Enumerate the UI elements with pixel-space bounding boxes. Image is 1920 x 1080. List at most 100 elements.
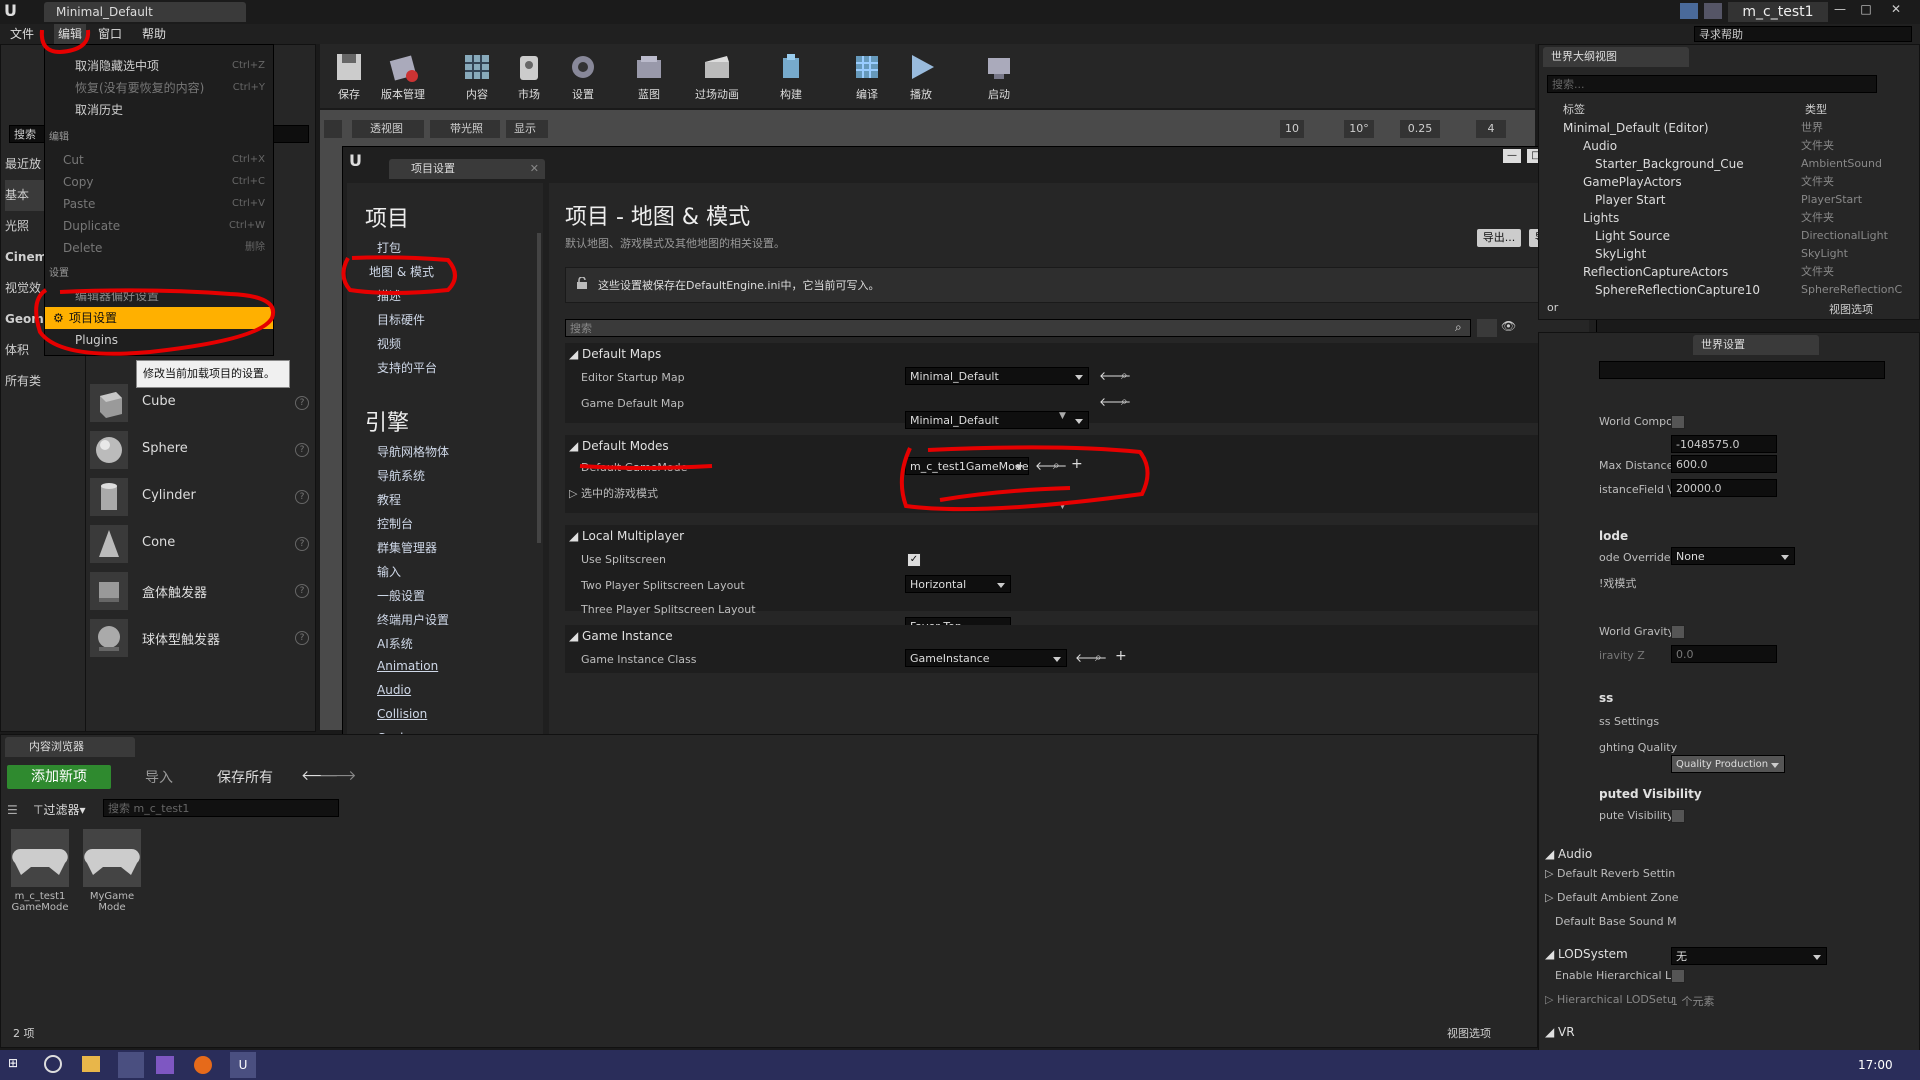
filters-button[interactable]: ⊤过滤器▾ [33,801,86,818]
viewport-menu-button[interactable] [324,120,342,138]
content-button[interactable]: 内容 [450,48,504,104]
settings-button[interactable]: 设置 [556,48,610,104]
nav-item[interactable]: 导航网格物体 [377,443,449,460]
use-splitscreen-checkbox[interactable]: ✓ [907,553,921,567]
maximize-button[interactable]: □ [1856,2,1876,20]
grid-view-icon[interactable] [1477,319,1497,337]
column-label[interactable]: 标签 [1563,101,1585,117]
nav-item[interactable]: 地图 & 模式 [369,263,434,280]
two-player-layout-dropdown[interactable]: Horizontal [905,575,1011,593]
content-browser-tab[interactable]: 内容浏览器 [5,737,135,757]
windows-start-icon[interactable]: ⊞ [8,1056,26,1074]
nav-item[interactable]: 群集管理器 [377,539,437,556]
place-item-cylinder[interactable]: Cylinder ? [90,476,320,520]
outliner-view-options[interactable]: 视图选项 [1829,301,1873,317]
lighting-quality-dropdown[interactable]: Quality Production [1671,755,1785,773]
precomputed-visibility-header[interactable]: puted Visibility [1599,783,1702,805]
local-multiplayer-header[interactable]: ◢ Local Multiplayer [569,525,684,547]
outliner-row[interactable]: Player Start PlayerStart [1539,191,1909,209]
build-button[interactable]: 构建 [764,48,818,104]
world-gravity-checkbox[interactable] [1671,625,1685,639]
menu-window[interactable]: 窗口 [98,24,122,44]
mode-override-dropdown[interactable]: None [1671,547,1795,565]
default-modes-header[interactable]: ◢ Default Modes [569,435,669,457]
arrow-left-icon[interactable]: 🡐 [1075,650,1107,665]
marketplace-button[interactable]: 市场 [502,48,556,104]
redo-item[interactable]: 恢复(没有要恢复的内容) Ctrl+Y [45,77,273,99]
game-mode-header[interactable]: lode [1599,525,1628,547]
sources-toggle-icon[interactable]: ☰ [7,803,21,817]
outliner-row[interactable]: Starter_Background_Cue AmbientSound [1539,155,1909,173]
nav-item[interactable]: Collision [377,707,427,721]
save-button[interactable]: 保存 [322,48,376,104]
nav-item[interactable]: Animation [377,659,438,673]
nav-item[interactable]: 一般设置 [377,587,425,604]
place-item-sphere-trigger[interactable]: 球体型触发器 ? [90,617,320,661]
outliner-row[interactable]: Light Source DirectionalLight [1539,227,1909,245]
undo-history-item[interactable]: 取消历史 [45,99,273,121]
minimize-button[interactable]: — [1503,149,1521,163]
outliner-search-input[interactable]: 搜索... [1547,75,1877,93]
game-instance-header[interactable]: ◢ Game Instance [569,625,673,647]
blueprint-button[interactable]: 蓝图 [622,48,676,104]
content-search-input[interactable]: 搜索 m_c_test1 [103,799,339,817]
max-distance-field[interactable]: 600.0 [1671,455,1777,473]
chevron-down-icon[interactable]: ▼ [1059,411,1066,421]
save-all-button[interactable]: 保存所有 [197,767,273,787]
outliner-row[interactable]: ReflectionCaptureActors 文件夹 [1539,263,1909,281]
outliner-row[interactable]: Lights 文件夹 [1539,209,1909,227]
browse-icon[interactable]: ⌕ [1121,394,1128,409]
settings-search-input[interactable]: 搜索 [565,319,1471,337]
notification-icon[interactable] [1680,3,1698,19]
launch-button[interactable]: 启动 [972,48,1026,104]
outliner-row[interactable]: Audio 文件夹 [1539,137,1909,155]
world-settings-tab[interactable]: 世界设置 [1693,335,1819,355]
cut-item[interactable]: Cut Ctrl+X [45,149,273,171]
close-button[interactable]: ✕ [1882,2,1910,20]
lod-system-header[interactable]: ◢ LODSystem [1545,943,1628,965]
game-instance-class-dropdown[interactable]: GameInstance [905,649,1067,667]
menu-edit[interactable]: 编辑 [54,24,87,44]
firefox-icon[interactable] [194,1056,212,1074]
project-settings-item[interactable]: ⚙ 项目设置 [45,307,273,329]
delete-item[interactable]: Delete 删除 [45,237,273,259]
undo-item[interactable]: 取消隐藏选中项 Ctrl+Z [45,55,273,77]
add-new-button[interactable]: 添加新项 [7,765,111,789]
compile-button[interactable]: 编译 [840,48,894,104]
nav-item[interactable]: Audio [377,683,411,697]
world-outliner-tab[interactable]: 世界大纲视图 [1543,47,1689,67]
audio-header[interactable]: ◢ Audio [1545,843,1592,865]
show-button[interactable]: 显示 [506,120,548,138]
camera-speed-value[interactable]: 4 [1476,120,1506,138]
place-item-sphere[interactable]: Sphere ? [90,429,320,473]
nav-scrollbar[interactable] [537,233,541,543]
world-bounds-field[interactable]: -1048575.0 [1671,435,1777,453]
help-icon[interactable]: ? [295,396,309,410]
cortana-icon[interactable] [44,1055,62,1073]
help-search-input[interactable]: 寻求帮助 [1694,26,1912,42]
rotation-snap-value[interactable]: 10° [1344,120,1374,138]
enable-hlod-checkbox[interactable] [1671,969,1685,983]
project-settings-tab[interactable]: 项目设置 ✕ [389,159,545,179]
grid-snap-value[interactable]: 10 [1280,120,1304,138]
browse-icon[interactable]: ⌕ [1095,650,1102,665]
copy-item[interactable]: Copy Ctrl+C [45,171,273,193]
menu-file[interactable]: 文件 [10,24,34,44]
nav-item[interactable]: 输入 [377,563,401,580]
arrow-left-icon[interactable]: 🡐 [1035,458,1067,473]
lightmass-header[interactable]: ss [1599,687,1613,709]
precomputed-visibility-checkbox[interactable] [1671,809,1685,823]
hlod-setup-label[interactable]: ▷ Hierarchical LODSetu [1545,993,1674,1006]
eye-icon[interactable]: 👁 [1501,319,1527,337]
help-icon[interactable]: ? [295,631,309,645]
visual-studio-icon[interactable] [156,1056,174,1074]
play-button[interactable]: 播放 [894,48,948,104]
category-all[interactable]: 所有类 [5,366,85,397]
default-base-sound-dropdown[interactable]: 无 [1671,947,1827,965]
outliner-row[interactable]: GamePlayActors 文件夹 [1539,173,1909,191]
file-explorer-icon[interactable] [82,1056,100,1072]
level-tab[interactable]: Minimal_Default [44,2,246,22]
browse-icon[interactable]: ⌕ [1121,368,1128,383]
nav-item[interactable]: 视频 [377,335,401,352]
minimize-button[interactable]: — [1830,2,1850,20]
